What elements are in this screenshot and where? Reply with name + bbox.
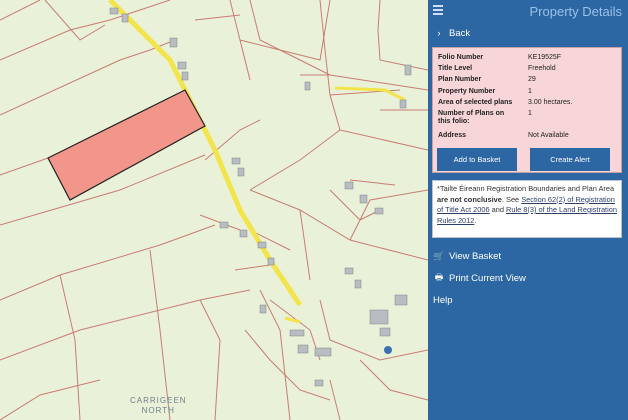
panel-title: Property Details [529,4,622,19]
hamburger-menu-icon[interactable] [433,5,443,15]
title-level-label: Title Level [438,65,473,72]
plans-count-value: 1 [528,110,532,117]
map-canvas[interactable] [0,0,428,420]
folio-label: Folio Number [438,54,484,61]
area-value: 3.00 hectares. [528,99,573,106]
place-label: CARRIGEEN NORTH [130,396,187,416]
disclaimer-note: *Tailte Éireann Registration Boundaries … [432,180,622,238]
printer-icon: 🖶 [434,272,444,282]
address-label: Address [438,132,467,139]
help-label: Help [433,294,453,306]
detail-row-folio: Folio Number KE19525F [438,54,561,62]
add-to-basket-button[interactable]: Add to Basket [437,148,517,171]
property-number-label: Property Number [438,88,496,95]
place-label-line1: CARRIGEEN [130,396,187,405]
note-text-2: . See [501,194,522,204]
detail-row-title-level: Title Level Freehold [438,65,556,73]
detail-row-plan: Plan Number 29 [438,76,536,84]
area-label: Area of selected plans [438,99,513,106]
property-details-card: Folio Number KE19525F Title Level Freehold… [432,47,622,173]
folio-value: KE19525F [528,54,562,61]
address-value: Not Available [528,132,569,139]
place-label-line2: NORTH [141,406,175,415]
view-basket-label: View Basket [449,250,502,262]
property-number-value: 1 [528,88,532,95]
title-level-value: Freehold [528,65,556,72]
view-basket-button[interactable]: 🛒 View Basket [428,245,628,267]
detail-row-address: Address Not Available [438,132,569,140]
help-button[interactable]: Help [428,289,628,311]
detail-row-plans-count: Number of Plans on this folio: 1 [438,110,532,126]
panel-menu: 🛒 View Basket 🖶 Print Current View Help [428,245,628,311]
detail-row-area: Area of selected plans 3.00 hectares. [438,99,572,107]
note-text-3: and [489,205,507,214]
chevron-right-icon: › [437,28,441,38]
back-label: Back [449,27,471,39]
plan-number-label: Plan Number [438,76,482,83]
note-text-1: *Tailte Éireann Registration Boundaries … [437,184,615,193]
detail-row-property: Property Number 1 [438,88,532,96]
plan-number-value: 29 [528,76,536,83]
back-button[interactable]: › Back [428,22,628,44]
plans-count-label: Number of Plans on this folio: [438,110,505,125]
pond-marker [384,346,392,354]
cart-icon: 🛒 [433,250,445,261]
print-view-label: Print Current View [449,272,526,284]
print-view-button[interactable]: 🖶 Print Current View [428,267,628,289]
create-alert-button[interactable]: Create Alert [530,148,610,171]
map-view[interactable]: CARRIGEEN NORTH [0,0,428,420]
property-panel: Property Details › Back Folio Number KE19… [428,0,628,420]
note-bold: are not conclusive [437,194,502,204]
panel-header: Property Details [428,0,628,22]
note-text-4: . [474,215,477,225]
